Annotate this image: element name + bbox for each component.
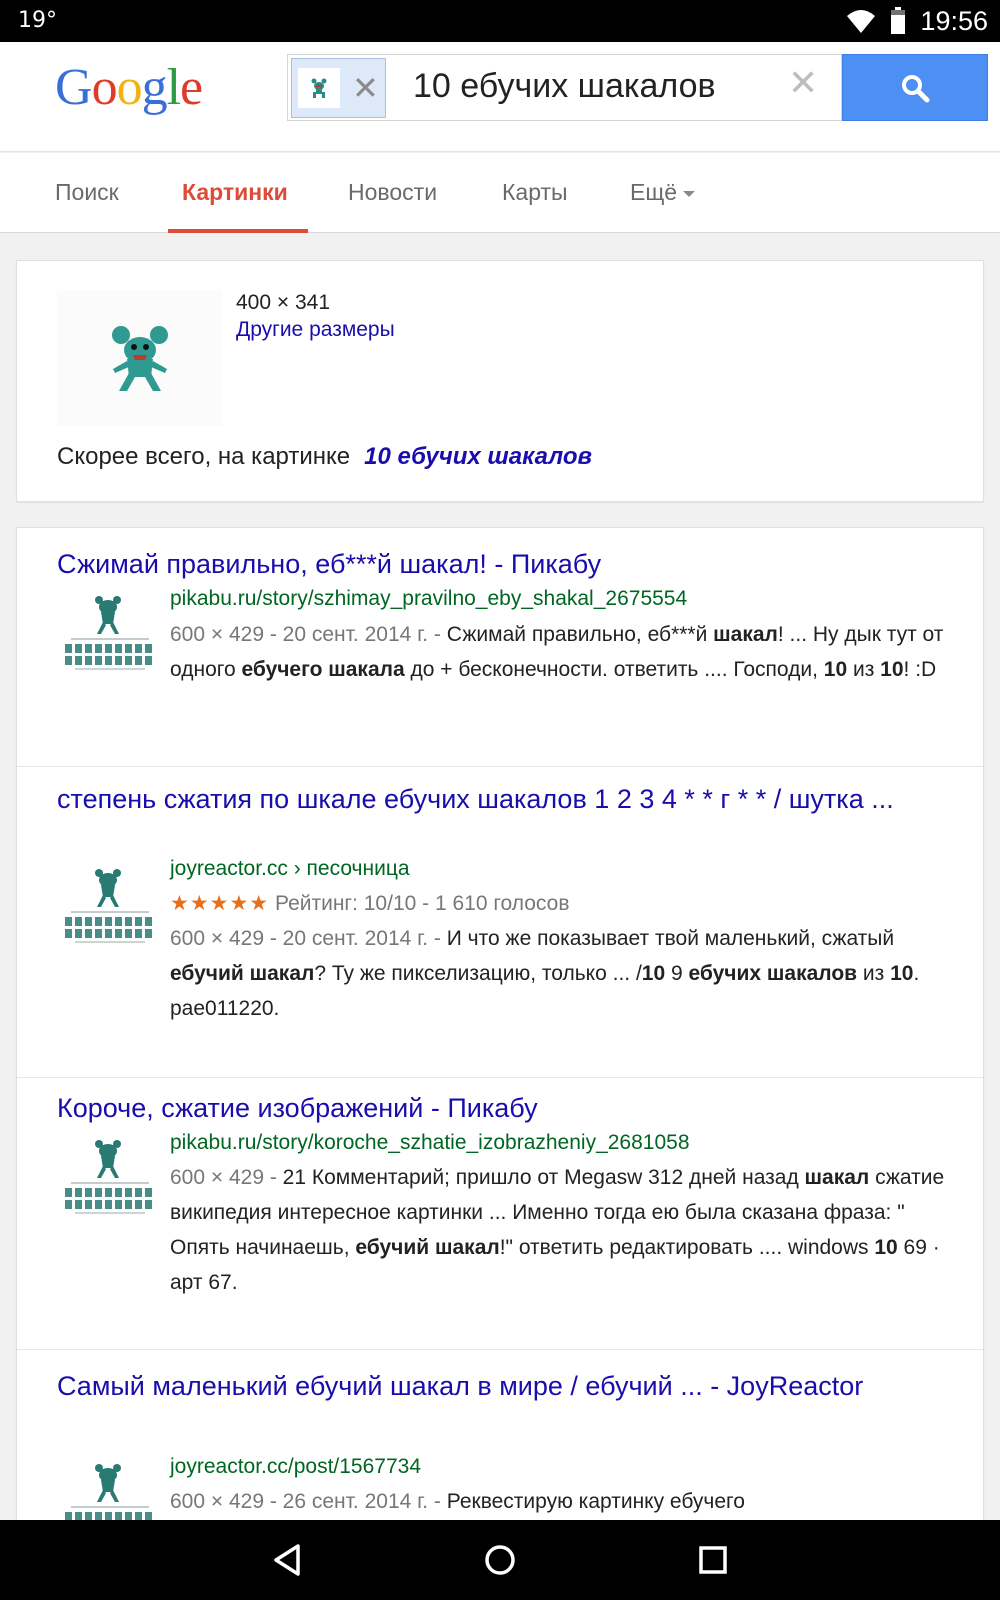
result-title-link[interactable]: Самый маленький ебучий шакал в мире / еб… bbox=[57, 1368, 937, 1404]
snippet-highlight: 10 bbox=[880, 658, 904, 681]
snippet-text: до + бесконечности. ответить .... Господ… bbox=[404, 658, 824, 681]
navigation-bar bbox=[0, 1520, 1000, 1600]
snippet-highlight: ебучего шакала bbox=[241, 658, 405, 681]
snippet-text: из bbox=[857, 962, 891, 985]
image-query-chip[interactable]: ✕ bbox=[291, 58, 386, 118]
result-item: Сжимай правильно, еб***й шакал! - Пикабу… bbox=[17, 528, 983, 767]
status-icons: 19:56 bbox=[846, 4, 988, 38]
remove-image-icon[interactable]: ✕ bbox=[352, 71, 379, 105]
result-item: степень сжатия по шкале ебучих шакалов 1… bbox=[17, 767, 983, 1078]
result-thumbnail[interactable] bbox=[61, 594, 159, 674]
snippet-highlight: 10 bbox=[641, 962, 666, 985]
creature-image bbox=[65, 869, 152, 943]
logo-letter: l bbox=[166, 59, 181, 116]
chevron-down-icon bbox=[683, 190, 696, 197]
result-url[interactable]: joyreactor.cc › песочница bbox=[170, 857, 410, 881]
image-dimensions: 400 × 341 bbox=[236, 291, 331, 314]
result-meta: 600 × 429 - 26 сент. 2014 г. - bbox=[170, 1490, 447, 1513]
temperature-indicator: 19° bbox=[18, 8, 57, 33]
snippet-highlight: 10 bbox=[823, 658, 848, 681]
tab-news[interactable]: Новости bbox=[348, 179, 437, 206]
search-box[interactable]: ✕ 10 ебучих шакалов ✕ bbox=[287, 54, 842, 121]
logo-letter: o bbox=[116, 59, 143, 116]
result-thumbnail[interactable] bbox=[61, 1138, 159, 1218]
logo-letter: e bbox=[180, 59, 203, 116]
rating-stars: ★★★★★ bbox=[170, 892, 270, 915]
result-item: Короче, сжатие изображений - Пикабу pika… bbox=[17, 1078, 983, 1350]
result-title-link[interactable]: Короче, сжатие изображений - Пикабу bbox=[57, 1090, 937, 1126]
snippet-highlight: шакал bbox=[804, 1166, 870, 1189]
result-snippet: 600 × 429 - 26 сент. 2014 г. - Реквестир… bbox=[170, 1484, 960, 1519]
snippet-text: !" ответить редактировать .... windows bbox=[499, 1236, 875, 1259]
result-snippet: 600 × 429 - 20 сент. 2014 г. - И что же … bbox=[170, 921, 960, 1026]
clock: 19:56 bbox=[920, 5, 988, 36]
search-input[interactable]: 10 ебучих шакалов bbox=[413, 67, 743, 106]
result-meta: 600 × 429 - bbox=[170, 1166, 283, 1189]
query-image[interactable] bbox=[57, 291, 222, 426]
result-url[interactable]: joyreactor.cc/post/1567734 bbox=[170, 1455, 421, 1479]
snippet-text: ? Ту же пикселизацию, только ... / bbox=[314, 962, 642, 985]
result-url[interactable]: pikabu.ru/story/koroche_szhatie_izobrazh… bbox=[170, 1131, 690, 1155]
tab-maps[interactable]: Карты bbox=[502, 179, 568, 206]
snippet-highlight: ебучий шакал bbox=[170, 962, 315, 985]
logo-letter: g bbox=[141, 59, 168, 116]
query-image-thumbnail bbox=[298, 68, 340, 108]
snippet-highlight: ебучий шакал bbox=[355, 1236, 500, 1259]
creature-image bbox=[65, 1140, 152, 1214]
search-tabs: Поиск Картинки Новости Карты Ещё bbox=[0, 153, 1000, 233]
search-icon bbox=[902, 74, 930, 102]
clear-search-icon[interactable]: ✕ bbox=[788, 63, 818, 103]
result-title-link[interactable]: Сжимай правильно, еб***й шакал! - Пикабу bbox=[57, 546, 937, 582]
result-title-link[interactable]: степень сжатия по шкале ебучих шакалов 1… bbox=[57, 781, 937, 817]
image-info-card: 400 × 341 Другие размеры Скорее всего, н… bbox=[16, 260, 984, 502]
result-snippet: 600 × 429 - 21 Комментарий; пришло от Me… bbox=[170, 1160, 960, 1300]
header: Google ✕ 10 ебучих шакалов ✕ bbox=[0, 42, 1000, 152]
creature-image bbox=[65, 596, 152, 670]
status-bar: 19° 19:56 bbox=[0, 0, 1000, 42]
result-rating: ★★★★★ Рейтинг: 10/10 - 1 610 голосов bbox=[170, 891, 570, 916]
battery-icon bbox=[891, 7, 906, 34]
snippet-text: Сжимай правильно, еб***й bbox=[446, 623, 714, 646]
best-guess-link[interactable]: 10 ебучих шакалов bbox=[364, 443, 592, 470]
best-guess-label: Скорее всего, на картинке bbox=[57, 443, 351, 470]
snippet-highlight: ебучих шакалов bbox=[688, 962, 858, 985]
snippet-text: 21 Комментарий; пришло от Megasw 312 дне… bbox=[282, 1166, 805, 1189]
snippet-text: ! :D bbox=[903, 658, 937, 681]
snippet-text: 9 bbox=[665, 962, 689, 985]
tab-more[interactable]: Ещё bbox=[630, 179, 696, 206]
google-logo[interactable]: Google bbox=[55, 58, 203, 117]
creature-image bbox=[111, 325, 168, 391]
other-sizes-link[interactable]: Другие размеры bbox=[236, 318, 395, 342]
logo-letter: G bbox=[55, 59, 93, 116]
result-item: Самый маленький ебучий шакал в мире / еб… bbox=[17, 1350, 983, 1538]
home-icon[interactable] bbox=[480, 1540, 520, 1580]
result-url[interactable]: pikabu.ru/story/szhimay_pravilno_eby_sha… bbox=[170, 587, 687, 611]
rating-text: Рейтинг: 10/10 - 1 610 голосов bbox=[274, 892, 570, 915]
tab-search[interactable]: Поиск bbox=[55, 179, 119, 206]
search-button[interactable] bbox=[842, 54, 988, 121]
result-meta: 600 × 429 - 20 сент. 2014 г. - bbox=[170, 927, 447, 950]
creature-image bbox=[311, 78, 327, 98]
results-list: Сжимай правильно, еб***й шакал! - Пикабу… bbox=[16, 527, 984, 1538]
snippet-text: Реквестирую картинку ебучего bbox=[446, 1490, 745, 1513]
best-guess: Скорее всего, на картинке 10 ебучих шакал… bbox=[57, 443, 592, 471]
active-tab-indicator bbox=[168, 229, 308, 233]
back-icon[interactable] bbox=[268, 1540, 308, 1580]
tab-more-label: Ещё bbox=[630, 179, 678, 205]
snippet-highlight: 10 bbox=[874, 1236, 898, 1259]
wifi-icon bbox=[847, 10, 876, 33]
snippet-text: из bbox=[847, 658, 881, 681]
recents-icon[interactable] bbox=[693, 1540, 733, 1580]
logo-letter: o bbox=[91, 59, 118, 116]
tab-images[interactable]: Картинки bbox=[182, 179, 288, 206]
snippet-text: И что же показывает твой маленький, сжат… bbox=[446, 927, 895, 950]
snippet-highlight: шакал bbox=[713, 623, 778, 646]
result-snippet: 600 × 429 - 20 сент. 2014 г. - Сжимай пр… bbox=[170, 617, 960, 687]
result-meta: 600 × 429 - 20 сент. 2014 г. - bbox=[170, 623, 447, 646]
snippet-highlight: 10 bbox=[890, 962, 914, 985]
result-thumbnail[interactable] bbox=[61, 867, 159, 947]
